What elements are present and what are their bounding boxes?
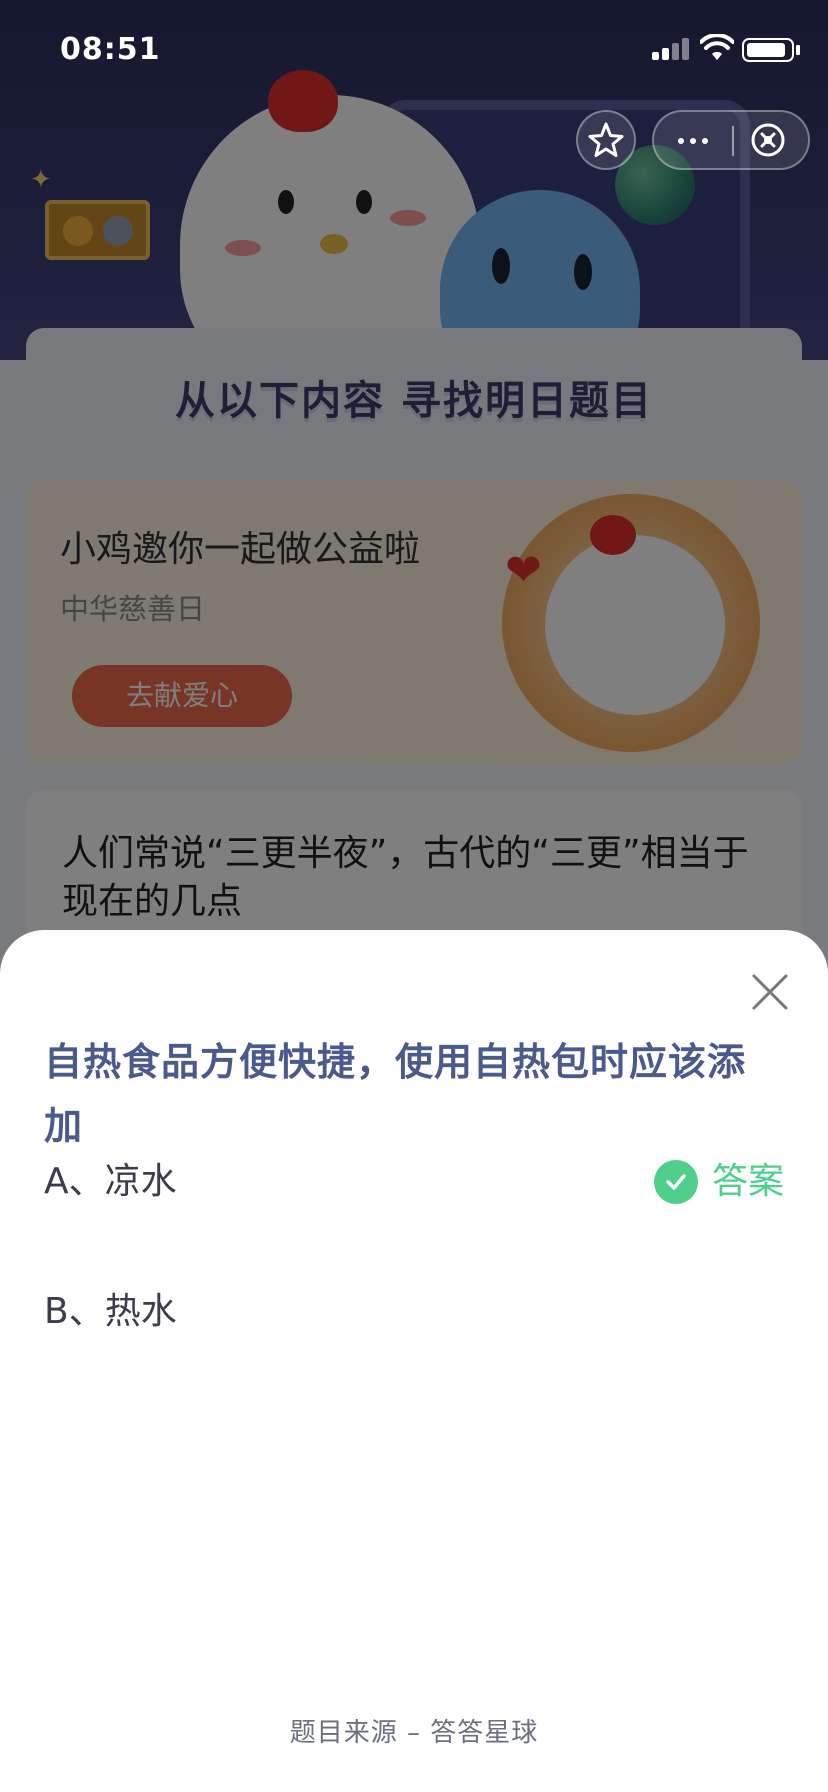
battery-nub (796, 45, 800, 55)
answer-sheet: 自热食品方便快捷，使用自热包时应该添加 A、凉水 答案 B、热水 题目来源 – … (0, 930, 828, 1792)
signal-icon (652, 38, 692, 60)
option-a[interactable]: A、凉水 答案 (44, 1152, 784, 1212)
star-icon (588, 122, 624, 157)
capsule-menu (652, 110, 810, 170)
more-dot (690, 138, 696, 144)
more-dots-icon (678, 138, 684, 144)
answer-indicator: 答案 (653, 1158, 784, 1206)
status-bar: 08:51 (0, 0, 828, 100)
wifi-icon (700, 34, 734, 60)
answer-label: 答案 (711, 1161, 784, 1202)
favorite-button[interactable] (576, 110, 636, 170)
close-circle-icon (751, 123, 785, 157)
more-button[interactable] (654, 112, 732, 168)
question-source: 题目来源 – 答答星球 (289, 1718, 539, 1748)
status-time: 08:51 (60, 32, 161, 67)
capsule-divider (732, 126, 734, 156)
question-title: 自热食品方便快捷，使用自热包时应该添加 (44, 1040, 747, 1148)
close-x-icon[interactable] (748, 970, 792, 1014)
option-b[interactable]: B、热水 (44, 1282, 784, 1342)
check-icon (653, 1160, 698, 1204)
option-a-label: A、凉水 (44, 1161, 177, 1202)
more-dot (702, 138, 708, 144)
option-b-label: B、热水 (44, 1291, 177, 1332)
battery-icon (742, 38, 794, 62)
close-miniprogram-button[interactable] (736, 112, 808, 168)
